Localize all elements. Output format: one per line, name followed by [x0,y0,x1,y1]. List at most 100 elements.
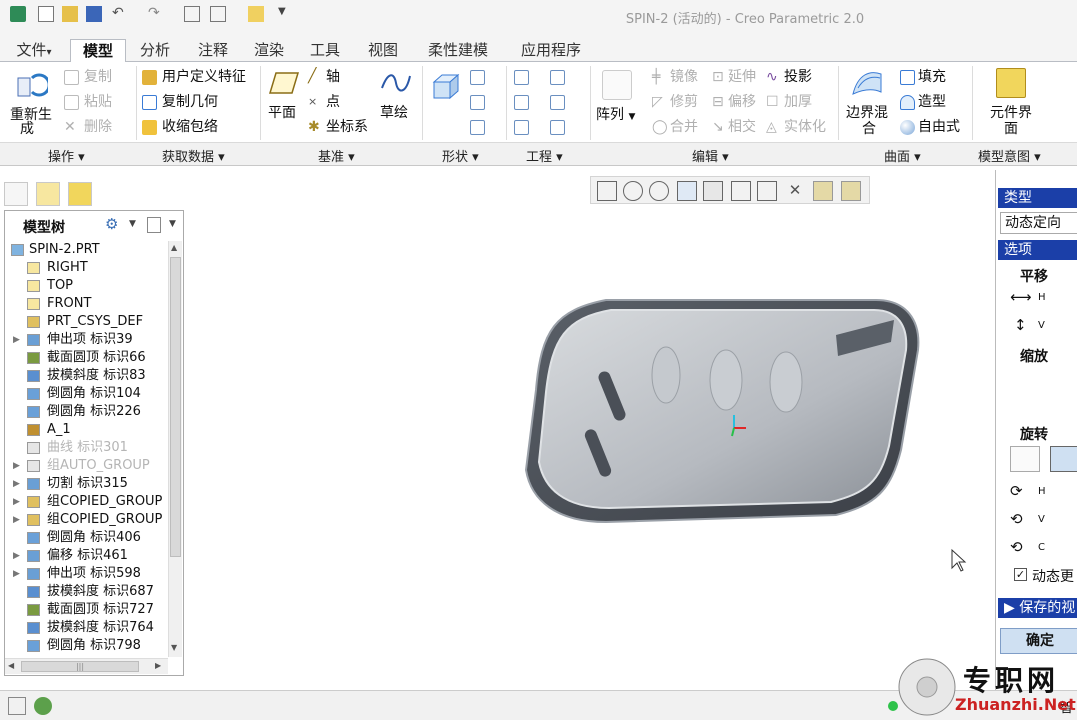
swept-blend-icon[interactable] [470,120,485,135]
ok-button[interactable]: 确定 [1000,628,1077,654]
intersect-button[interactable]: 相交 [728,118,756,136]
close-window-icon[interactable] [248,6,264,22]
tab-tools[interactable]: 工具 [302,39,348,62]
group-model-intent[interactable]: 模型意图 ▾ [978,146,1041,165]
sweep-icon[interactable] [470,95,485,110]
scroll-left-icon[interactable]: ◀ [8,661,14,670]
redo-icon[interactable]: ↷ [148,6,164,22]
tab-model[interactable]: 模型 [70,39,126,62]
extrude-icon[interactable] [430,72,460,102]
freestyle-button[interactable]: 自由式 [918,118,960,136]
tab-view[interactable]: 视图 [360,39,406,62]
revolve-icon[interactable] [470,70,485,85]
tree-vscroll-thumb[interactable] [170,257,181,557]
copy-button[interactable]: 复制 [84,68,112,86]
round-icon[interactable] [514,95,529,110]
offset-button[interactable]: 偏移 [728,93,756,111]
undo-icon[interactable]: ↶ [112,6,128,22]
tree-columns-dropdown-icon[interactable]: ▼ [169,219,176,229]
tree-columns-icon[interactable] [147,217,161,233]
save-icon[interactable] [86,6,102,22]
paste-button[interactable]: 粘贴 [84,93,112,111]
tab-applications[interactable]: 应用程序 [508,39,594,62]
draft-icon[interactable] [550,70,565,85]
tree-expand-icon[interactable]: ▶ [13,493,20,511]
tree-settings-dropdown-icon[interactable]: ▼ [129,219,136,229]
style-button[interactable]: 造型 [918,93,946,111]
rib-icon[interactable] [550,120,565,135]
tree-settings-icon[interactable]: ⚙ [105,215,125,233]
thicken-button[interactable]: 加厚 [784,93,812,111]
model-tree-tab-icon[interactable] [4,182,28,206]
pattern-button[interactable]: 阵列 ▼ [596,106,635,126]
extend-button[interactable]: 延伸 [728,68,756,86]
regenerate-icon[interactable] [184,6,200,22]
scroll-right-icon[interactable]: ▶ [155,661,161,670]
group-get-data[interactable]: 获取数据 ▾ [162,146,225,165]
tab-annotate[interactable]: 注释 [190,39,236,62]
scroll-up-icon[interactable]: ▲ [171,243,177,252]
project-button[interactable]: 投影 [784,68,812,86]
group-shape[interactable]: 形状 ▾ [442,146,479,165]
tree-expand-icon[interactable]: ▶ [13,331,20,349]
saved-views-header[interactable]: ▶ 保存的视 [998,598,1077,618]
solidify-button[interactable]: 实体化 [784,118,826,136]
part-model-render[interactable] [186,170,996,685]
regenerate-label-2[interactable]: 成 [20,120,34,138]
tree-expand-icon[interactable]: ▶ [13,547,20,565]
chamfer-icon[interactable] [514,120,529,135]
plane-button[interactable]: 平面 [268,104,296,122]
copy-geometry-button[interactable]: 复制几何 [162,93,218,111]
shell-icon[interactable] [550,95,565,110]
delete-button[interactable]: 删除 [84,118,112,136]
tab-render[interactable]: 渲染 [246,39,292,62]
group-surface[interactable]: 曲面 ▾ [884,146,921,165]
pattern-icon[interactable] [602,70,632,100]
fill-button[interactable]: 填充 [918,68,946,86]
favorites-tab-icon[interactable] [68,182,92,206]
folder-browser-tab-icon[interactable] [36,182,60,206]
new-file-icon[interactable] [38,6,54,22]
tree-expand-icon[interactable]: ▶ [13,511,20,529]
group-operations[interactable]: 操作 ▾ [48,146,85,165]
scroll-down-icon[interactable]: ▼ [171,643,177,652]
tree-expand-icon[interactable]: ▶ [13,565,20,583]
shrinkwrap-button[interactable]: 收缩包络 [162,118,218,136]
windows-icon[interactable] [210,6,226,22]
tab-flexible-modeling[interactable]: 柔性建模 [418,39,498,62]
datum-plane-icon[interactable] [268,70,300,96]
merge-button[interactable]: 合并 [670,118,698,136]
tree-hscroll-thumb[interactable]: ||| [21,661,139,672]
group-engineering[interactable]: 工程 ▾ [526,146,563,165]
group-edit[interactable]: 编辑 ▾ [692,146,729,165]
regenerate-icon[interactable] [16,68,51,100]
rotate-center-button[interactable] [1010,446,1040,472]
group-datum[interactable]: 基准 ▾ [318,146,355,165]
sketch-icon[interactable] [380,70,412,96]
tree-expand-icon[interactable]: ▶ [13,475,20,493]
sketch-button[interactable]: 草绘 [380,104,408,122]
graphics-window[interactable] [186,170,996,685]
tree-expand-icon[interactable]: ▶ [13,457,20,475]
component-interface-icon[interactable] [996,68,1026,98]
csys-button[interactable]: 坐标系 [326,118,368,136]
point-button[interactable]: 点 [326,93,340,111]
customize-qat-icon[interactable]: ▼ [278,6,294,22]
trim-button[interactable]: 修剪 [670,93,698,111]
open-folder-icon[interactable] [62,6,78,22]
browser-toggle-icon[interactable] [34,697,52,715]
tree-vertical-scrollbar[interactable]: ▲ ▼ [168,241,182,657]
dynamic-update-checkbox[interactable]: ✓ [1014,568,1027,581]
tree-horizontal-scrollbar[interactable]: ◀ ||| ▶ [5,658,168,674]
tab-file[interactable]: 文件▾ [6,39,62,62]
navigator-toggle-icon[interactable] [8,697,26,715]
component-interface-label-2[interactable]: 面 [1004,120,1018,138]
boundary-blend-label-2[interactable]: 合 [862,120,876,138]
udf-button[interactable]: 用户定义特征 [162,68,246,86]
mirror-button[interactable]: 镜像 [670,68,698,86]
rotate-screen-button[interactable] [1050,446,1077,472]
orientation-type-select[interactable]: 动态定向 [1000,212,1077,234]
hole-icon[interactable] [514,70,529,85]
axis-button[interactable]: 轴 [326,68,340,86]
boundary-blend-icon[interactable] [850,68,884,98]
